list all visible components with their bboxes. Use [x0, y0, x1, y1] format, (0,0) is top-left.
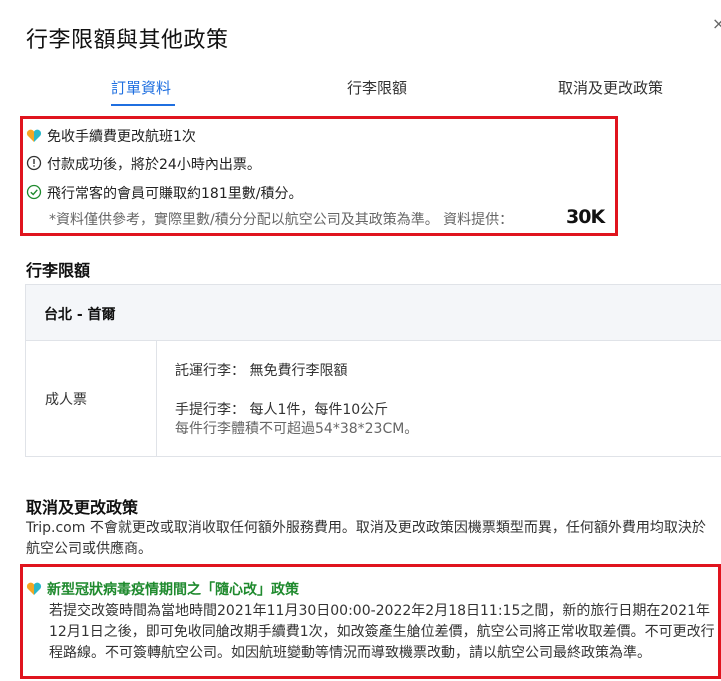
passenger-type: 成人票	[45, 392, 87, 408]
cancellation-heading: 取消及更改政策	[26, 498, 139, 517]
heart-icon	[26, 129, 42, 147]
highlight-text: 免收手續費更改航班1次	[47, 129, 196, 145]
route-bar	[26, 285, 721, 341]
tab-order-info[interactable]: 訂單資料	[111, 77, 171, 98]
route-label: 台北 - 首爾	[44, 307, 116, 323]
info-circle-icon	[26, 155, 42, 175]
carry-on-size-note: 每件行李體積不可超過54*38*23CM。	[175, 421, 419, 437]
policy-title-row: 新型冠狀病毒疫情期間之「隨心改」政策	[26, 579, 299, 600]
tab-cancellation[interactable]: 取消及更改政策	[558, 77, 663, 98]
heart-icon	[26, 582, 42, 600]
table-divider	[156, 340, 157, 456]
cancellation-description: Trip.com 不會就更改或取消收取任何額外服務費用。取消及更改政策因機票類型…	[26, 520, 706, 557]
page-title: 行李限額與其他政策	[26, 28, 229, 53]
highlight-item: 免收手續費更改航班1次	[26, 126, 196, 147]
tab-baggage[interactable]: 行李限額	[347, 77, 407, 98]
highlight-item: 飛行常客的會員可賺取約181里數/積分。	[26, 183, 302, 204]
policy-title: 新型冠狀病毒疫情期間之「隨心改」政策	[47, 582, 299, 598]
checked-baggage: 託運行李： 無免費行李限額	[175, 363, 348, 379]
highlight-item: 付款成功後，將於24小時內出票。	[26, 154, 261, 175]
highlight-text: 付款成功後，將於24小時內出票。	[47, 157, 261, 173]
highlight-text: 飛行常客的會員可賺取約181里數/積分。	[47, 186, 303, 202]
active-tab-indicator	[111, 104, 175, 106]
disclaimer-note: *資料僅供參考，實際里數/積分分配以航空公司及其政策為準。 資料提供：	[49, 212, 514, 228]
provider-logo: 30K	[566, 206, 605, 228]
carry-on-baggage: 手提行李： 每人1件，每件10公斤	[175, 402, 389, 418]
check-circle-icon	[26, 184, 42, 204]
close-icon[interactable]: ×	[712, 14, 721, 33]
policy-body: 若提交改簽時間為當地時間2021年11月30日00:00-2022年2月18日1…	[49, 603, 715, 661]
baggage-heading: 行李限額	[26, 261, 91, 280]
